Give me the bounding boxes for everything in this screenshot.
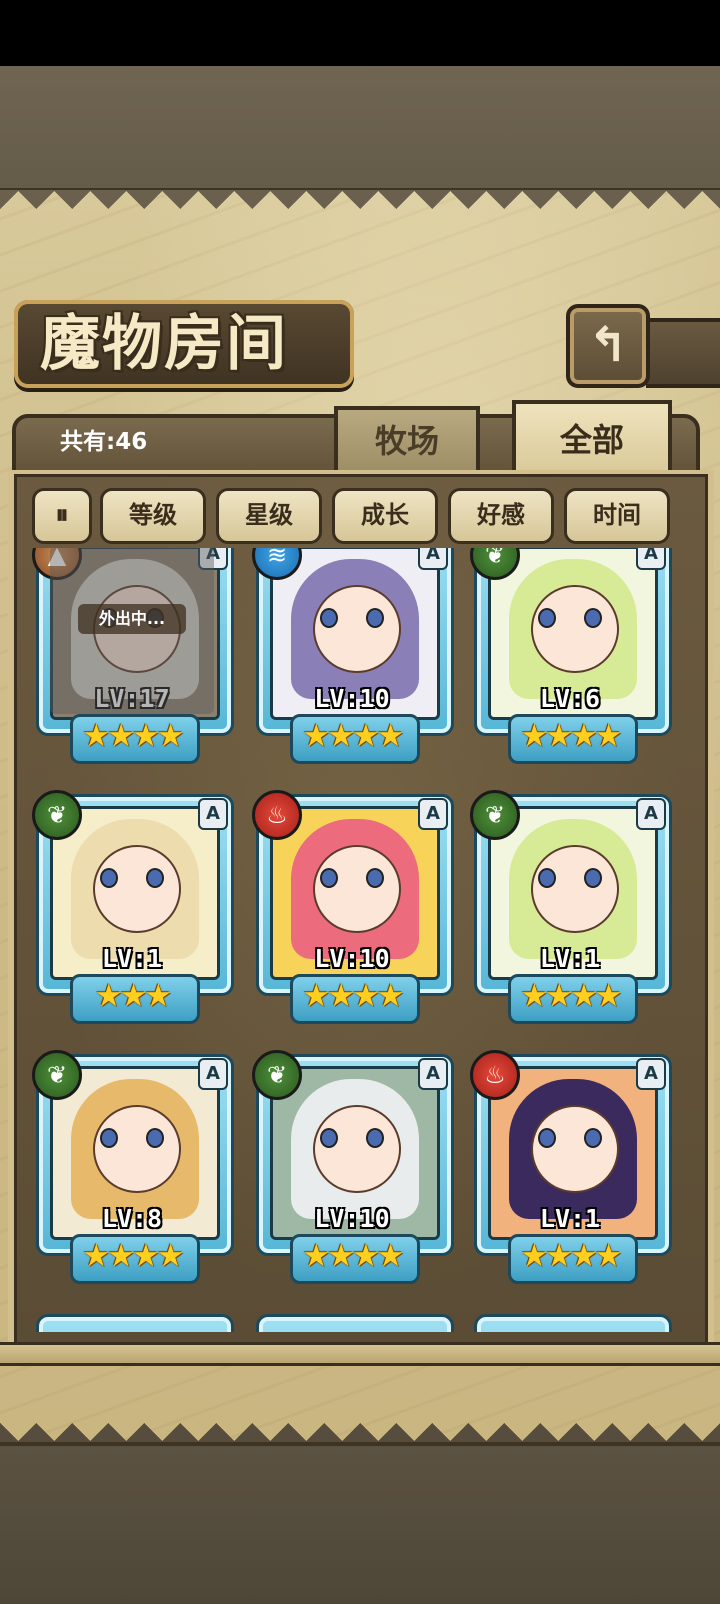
rank-badge: A xyxy=(636,548,666,570)
element-fire-icon: ♨ xyxy=(252,790,302,840)
back-button[interactable]: ↰ xyxy=(566,304,650,388)
monster-level: LV:1 xyxy=(539,944,601,973)
portrait-eye xyxy=(100,868,118,888)
card-frame xyxy=(474,1314,672,1332)
portrait-eye xyxy=(320,608,338,628)
rank-badge: A xyxy=(636,798,666,830)
monster-count: 共有:46 xyxy=(60,429,148,455)
monster-card[interactable]: A ▲ LV:17 ★★★★ 外出中... xyxy=(32,548,234,766)
monster-card[interactable]: A ❦ LV:1 ★★★ xyxy=(32,790,234,1026)
bottom-map-band xyxy=(0,1442,720,1604)
portrait-face xyxy=(531,585,619,673)
element-leaf-icon: ❦ xyxy=(470,790,520,840)
rank-badge: A xyxy=(636,1058,666,1090)
page-title: 魔物房间 xyxy=(40,309,288,379)
portrait-face xyxy=(531,1105,619,1193)
header-rail xyxy=(646,318,720,388)
rank-badge: A xyxy=(198,1058,228,1090)
sort-level-button[interactable]: 等级 xyxy=(100,488,206,544)
monster-level: LV:10 xyxy=(314,944,390,973)
rank-badge: A xyxy=(418,798,448,830)
portrait-face xyxy=(313,1105,401,1193)
star-rating: ★★★★ xyxy=(302,978,404,1014)
monster-grid: A ▲ LV:17 ★★★★ 外出中... A ≋ LV:10 ★★★★ A ❦ LV:6 ★★★★ A ❦… xyxy=(14,548,694,1332)
pause-icon: ⏸ xyxy=(55,500,69,530)
monster-level: LV:8 xyxy=(101,1204,163,1233)
monster-card-partial[interactable] xyxy=(254,1314,454,1332)
zigzag-edge-bottom xyxy=(0,1402,720,1442)
star-rating: ★★★★ xyxy=(520,718,622,754)
portrait-eye xyxy=(146,1128,164,1148)
portrait-eye xyxy=(538,608,556,628)
portrait-eye xyxy=(146,868,164,888)
panel-bottom-edge xyxy=(0,1342,720,1366)
card-frame xyxy=(256,1314,454,1332)
portrait-face xyxy=(531,845,619,933)
sort-star-button[interactable]: 星级 xyxy=(216,488,322,544)
rank-badge: A xyxy=(418,1058,448,1090)
element-leaf-icon: ❦ xyxy=(32,1050,82,1100)
portrait-face xyxy=(313,585,401,673)
monster-level: LV:1 xyxy=(539,1204,601,1233)
star-rating: ★★★★ xyxy=(302,718,404,754)
sort-growth-button[interactable]: 成长 xyxy=(332,488,438,544)
portrait-eye xyxy=(366,868,384,888)
back-icon: ↰ xyxy=(587,317,629,373)
card-frame xyxy=(36,1314,234,1332)
portrait-eye xyxy=(538,1128,556,1148)
tab-ranch[interactable]: 牧场 xyxy=(334,406,480,472)
monster-card[interactable]: A ❦ LV:1 ★★★★ xyxy=(470,790,672,1026)
sort-order-toggle[interactable]: ⏸ xyxy=(32,488,92,544)
element-leaf-icon: ❦ xyxy=(252,1050,302,1100)
zigzag-edge-top xyxy=(0,190,720,230)
monster-card[interactable]: A ≋ LV:10 ★★★★ xyxy=(252,548,454,766)
monster-level: LV:1 xyxy=(101,944,163,973)
portrait-eye xyxy=(584,1128,602,1148)
monster-card[interactable]: A ❦ LV:10 ★★★★ xyxy=(252,1050,454,1286)
rank-badge: A xyxy=(418,548,448,570)
portrait-face xyxy=(93,1105,181,1193)
element-fire-icon: ♨ xyxy=(470,1050,520,1100)
monster-level: LV:10 xyxy=(314,684,390,713)
portrait-eye xyxy=(538,868,556,888)
rank-badge: A xyxy=(198,798,228,830)
sort-affection-button[interactable]: 好感 xyxy=(448,488,554,544)
top-map-band xyxy=(0,66,720,192)
star-rating: ★★★★ xyxy=(520,978,622,1014)
portrait-eye xyxy=(584,608,602,628)
away-status-label: 外出中... xyxy=(78,604,186,634)
tab-all[interactable]: 全部 xyxy=(512,400,672,476)
star-rating: ★★★★ xyxy=(302,1238,404,1274)
star-rating: ★★★★ xyxy=(520,1238,622,1274)
portrait-eye xyxy=(366,1128,384,1148)
portrait-eye xyxy=(100,1128,118,1148)
portrait-face xyxy=(93,845,181,933)
star-rating: ★★★ xyxy=(94,978,172,1014)
star-rating: ★★★★ xyxy=(82,718,184,754)
portrait-eye xyxy=(320,868,338,888)
portrait-eye xyxy=(320,1128,338,1148)
element-leaf-icon: ❦ xyxy=(32,790,82,840)
sort-time-button[interactable]: 时间 xyxy=(564,488,670,544)
monster-card[interactable]: A ❦ LV:8 ★★★★ xyxy=(32,1050,234,1286)
status-bar xyxy=(0,0,720,66)
monster-card-partial[interactable] xyxy=(472,1314,672,1332)
monster-level: LV:6 xyxy=(539,684,601,713)
monster-card[interactable]: A ❦ LV:6 ★★★★ xyxy=(470,548,672,766)
star-rating: ★★★★ xyxy=(82,1238,184,1274)
portrait-eye xyxy=(584,868,602,888)
monster-level: LV:10 xyxy=(314,1204,390,1233)
portrait-eye xyxy=(366,608,384,628)
monster-card[interactable]: A ♨ LV:10 ★★★★ xyxy=(252,790,454,1026)
monster-card[interactable]: A ♨ LV:1 ★★★★ xyxy=(470,1050,672,1286)
monster-card-partial[interactable] xyxy=(34,1314,234,1332)
portrait-face xyxy=(313,845,401,933)
